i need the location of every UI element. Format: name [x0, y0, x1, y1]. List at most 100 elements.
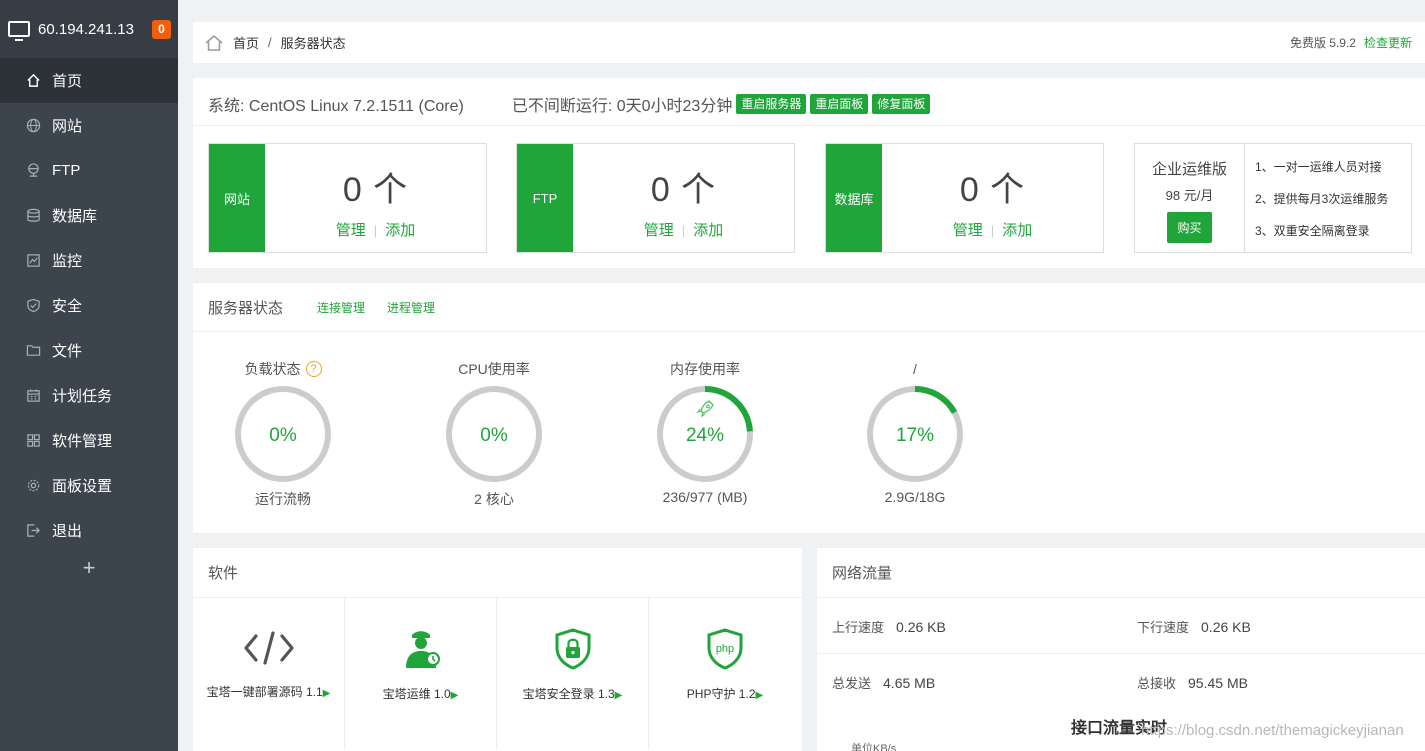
- gauge-subtitle: 2 核心: [474, 491, 514, 507]
- total-received-label: 总接收: [1137, 676, 1177, 691]
- sidebar-item-cron[interactable]: 计划任务: [0, 373, 178, 418]
- arrow-icon: ▶: [322, 688, 331, 699]
- stat-count: 0 个: [342, 171, 409, 209]
- software-item[interactable]: 宝塔一键部署源码 1.1▶: [193, 598, 345, 750]
- gauge-title: /: [913, 361, 917, 377]
- gauge-subtitle: 236/977 (MB): [662, 489, 748, 505]
- server-header[interactable]: 60.194.241.13 0: [0, 0, 178, 58]
- download-speed-value: 0.26 KB: [1201, 619, 1251, 635]
- check-update-link[interactable]: 检查更新: [1364, 34, 1412, 51]
- sidebar-item-home[interactable]: 首页: [0, 58, 178, 103]
- sidebar-item-logout[interactable]: 退出: [0, 508, 178, 553]
- total-sent-value: 4.65 MB: [883, 675, 936, 691]
- software-name: PHP守护 1.2: [686, 687, 756, 701]
- sidebar-item-files[interactable]: 文件: [0, 328, 178, 373]
- gauge-value: 0%: [269, 425, 297, 446]
- calendar-icon: [25, 388, 41, 404]
- operator-icon: [405, 631, 440, 668]
- restart-panel-button[interactable]: 重启面板: [810, 94, 869, 114]
- software-name: 宝塔一键部署源码 1.1: [206, 685, 323, 699]
- breadcrumb: 首页 / 服务器状态 免费版 5.9.2 检查更新: [193, 22, 1425, 63]
- buy-button[interactable]: 购买: [1167, 212, 1212, 243]
- sidebar-item-label: 文件: [52, 343, 83, 360]
- separator: |: [990, 223, 995, 238]
- sidebar-item-monitor[interactable]: 监控: [0, 238, 178, 283]
- panel-title: 网络流量: [817, 548, 1425, 598]
- process-manage-link[interactable]: 进程管理: [387, 299, 435, 316]
- gauge-value: 24%: [686, 425, 724, 446]
- gauge-cpu[interactable]: CPU使用率 0% 2 核心: [424, 360, 564, 509]
- panel-title: 软件: [193, 548, 802, 598]
- gauge-ring: 0%: [235, 386, 331, 482]
- repair-panel-button[interactable]: 修复面板: [872, 94, 931, 114]
- ftp-icon: [25, 163, 41, 179]
- upload-speed-value: 0.26 KB: [896, 619, 946, 635]
- add-server-button[interactable]: +: [0, 555, 178, 581]
- total-sent-label: 总发送: [832, 676, 872, 691]
- gauge-load[interactable]: 负载状态? 0% 运行流畅: [213, 360, 353, 509]
- gauge-subtitle: 2.9G/18G: [884, 489, 946, 505]
- os-info: 系统: CentOS Linux 7.2.1511 (Core): [208, 98, 464, 115]
- connection-manage-link[interactable]: 连接管理: [317, 299, 365, 316]
- sidebar-item-settings[interactable]: 面板设置: [0, 463, 178, 508]
- sidebar-item-label: 数据库: [52, 208, 98, 225]
- gauge-disk[interactable]: / 17% 2.9G/18G: [845, 360, 985, 505]
- help-icon[interactable]: ?: [305, 361, 322, 377]
- shield-icon: [25, 298, 41, 314]
- sidebar-item-label: 面板设置: [52, 478, 113, 495]
- enterprise-title: 企业运维版: [1151, 161, 1227, 178]
- monitor-icon: [25, 253, 41, 269]
- download-speed-label: 下行速度: [1137, 620, 1190, 635]
- restart-server-button[interactable]: 重启服务器: [736, 94, 807, 114]
- sidebar-item-label: FTP: [52, 162, 81, 179]
- manage-website-link[interactable]: 管理: [336, 222, 366, 239]
- folder-icon: [25, 343, 41, 359]
- add-ftp-link[interactable]: 添加: [693, 222, 723, 239]
- arrow-icon: ▶: [450, 690, 459, 701]
- sidebar-item-security[interactable]: 安全: [0, 283, 178, 328]
- sidebar-item-label: 监控: [52, 253, 83, 270]
- divider: [193, 125, 1425, 126]
- add-website-link[interactable]: 添加: [385, 222, 415, 239]
- breadcrumb-home[interactable]: 首页: [233, 33, 259, 52]
- home-icon[interactable]: [205, 34, 223, 51]
- enterprise-box: 企业运维版 98 元/月 购买 1、一对一运维人员对接 2、提供每月3次运维服务…: [1134, 143, 1412, 253]
- stat-count: 0 个: [650, 171, 717, 209]
- software-item[interactable]: 宝塔运维 1.0▶: [345, 598, 497, 750]
- uptime-info: 已不间断运行: 0天0小时23分钟: [511, 98, 733, 115]
- sidebar-item-database[interactable]: 数据库: [0, 193, 178, 238]
- sidebar-item-label: 软件管理: [52, 433, 113, 450]
- sidebar-menu: 首页 网站 FTP 数据库 监控 安全 文件 计划任务 软件管理 面板设置 退出: [0, 58, 178, 553]
- add-database-link[interactable]: 添加: [1002, 222, 1032, 239]
- stat-ftp: FTP 0 个 管理 | 添加: [516, 143, 795, 253]
- gauge-value: 17%: [896, 425, 934, 446]
- code-icon: [243, 631, 294, 665]
- monitor-icon: [8, 21, 30, 41]
- feature-item: 2、提供每月3次运维服务: [1255, 192, 1389, 206]
- notification-badge[interactable]: 0: [152, 20, 171, 39]
- sidebar: 60.194.241.13 0 首页 网站 FTP 数据库 监控 安全 文件 计…: [0, 0, 178, 751]
- software-item[interactable]: 宝塔安全登录 1.3▶: [497, 598, 649, 750]
- manage-ftp-link[interactable]: 管理: [644, 222, 674, 239]
- grid-icon: [25, 433, 41, 449]
- software-name: 宝塔运维 1.0: [382, 687, 451, 701]
- gauge-title: CPU使用率: [458, 361, 530, 377]
- gauge-title: 负载状态: [244, 361, 301, 377]
- sidebar-item-label: 退出: [52, 523, 83, 540]
- gauge-subtitle: 运行流畅: [255, 491, 311, 507]
- software-item[interactable]: php PHP守护 1.2▶: [649, 598, 801, 750]
- sidebar-item-website[interactable]: 网站: [0, 103, 178, 148]
- stat-count: 0 个: [959, 171, 1026, 209]
- watermark: https://blog.csdn.net/themagickeyjianan: [1141, 722, 1404, 739]
- manage-database-link[interactable]: 管理: [953, 222, 983, 239]
- sidebar-item-software[interactable]: 软件管理: [0, 418, 178, 463]
- stat-label: FTP: [517, 144, 573, 252]
- php-shield-icon: php: [707, 628, 743, 670]
- gauge-title: 内存使用率: [670, 361, 740, 377]
- gauge-memory[interactable]: 内存使用率 24% 236/977 (MB): [635, 360, 775, 505]
- separator: |: [681, 223, 686, 238]
- separator: |: [373, 223, 378, 238]
- lock-shield-icon: [555, 628, 590, 670]
- sidebar-item-ftp[interactable]: FTP: [0, 148, 178, 193]
- sidebar-item-label: 网站: [52, 118, 83, 135]
